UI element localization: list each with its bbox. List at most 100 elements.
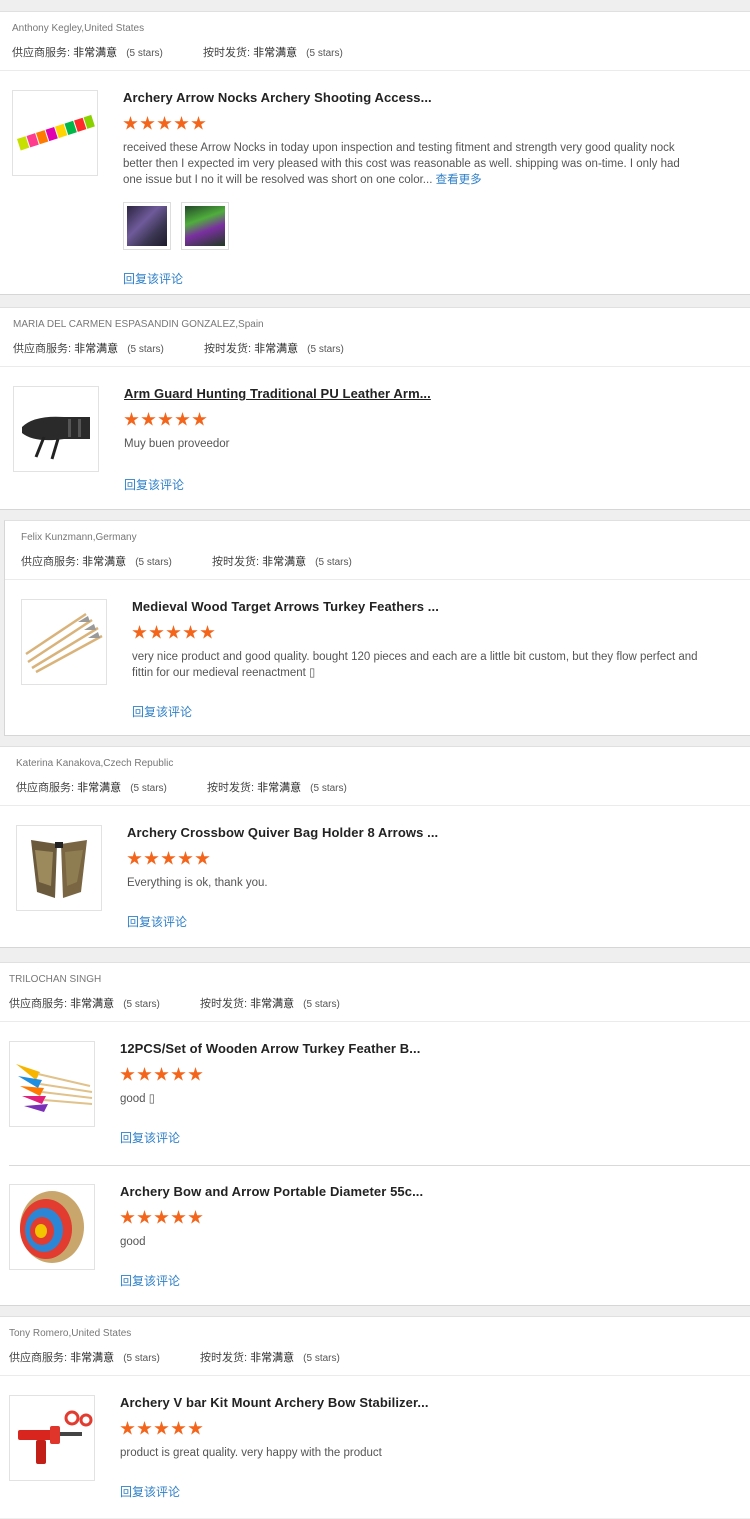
star-icon [137,1421,152,1435]
product-title[interactable]: Archery V bar Kit Mount Archery Bow Stab… [120,1395,429,1410]
review-item: Medieval Wood Target Arrows Turkey Feath… [5,581,750,737]
seller-ratings: 供应商服务: 非常满意 (5 stars) 按时发货: 非常满意 (5 star… [12,47,343,59]
review-text: Everything is ok, thank you. [127,877,268,889]
review-item: Archery Arrow Nocks Archery Shooting Acc… [0,72,750,296]
star-icon [158,412,173,426]
buyer-name: TRILOCHAN SINGH [9,974,102,985]
rating-stars [127,851,212,867]
review-text: product is great quality. very happy wit… [120,1447,382,1459]
product-thumbnail[interactable] [13,386,99,472]
rating-stars [120,1067,205,1083]
review-text: good [120,1236,146,1248]
product-thumbnail[interactable] [9,1395,95,1481]
star-icon [157,116,172,130]
review-card: TRILOCHAN SINGH 供应商服务: 非常满意 (5 stars) 按时… [0,962,750,1306]
reply-link[interactable]: 回复该评论 [120,1272,180,1289]
star-icon [188,1210,203,1224]
arrow-nocks-icon [17,114,95,151]
star-icon [137,1210,152,1224]
stabilizer-mount-icon [18,1410,93,1464]
star-icon [140,116,155,130]
product-thumbnail[interactable] [9,1041,95,1127]
rating-stars [120,1421,205,1437]
reply-link[interactable]: 回复该评论 [123,270,183,287]
review-header: MARIA DEL CARMEN ESPASANDIN GONZALEZ,Spa… [0,308,750,367]
product-title[interactable]: Archery Bow and Arrow Portable Diameter … [120,1184,423,1199]
see-more-link[interactable]: 查看更多 [436,174,482,186]
product-thumbnail[interactable] [16,825,102,911]
rating-stars [132,625,217,641]
product-thumbnail[interactable] [9,1184,95,1270]
reply-link[interactable]: 回复该评论 [120,1483,180,1500]
review-item: Archery V bar Kit Mount Archery Bow Stab… [0,1377,750,1519]
review-photo[interactable] [181,202,230,250]
straw-target-icon [20,1191,84,1263]
seller-ratings: 供应商服务: 非常满意 (5 stars) 按时发货: 非常满意 (5 star… [21,556,352,568]
reply-link[interactable]: 回复该评论 [132,703,192,720]
product-title[interactable]: Medieval Wood Target Arrows Turkey Feath… [132,599,439,614]
review-item: Arm Guard Hunting Traditional PU Leather… [0,368,750,511]
product-thumbnail[interactable] [21,599,107,685]
star-icon [183,625,198,639]
review-header: Felix Kunzmann,Germany 供应商服务: 非常满意 (5 st… [5,521,750,580]
reply-link[interactable]: 回复该评论 [127,913,187,930]
star-icon [191,116,206,130]
star-icon [127,851,142,865]
product-title[interactable]: 12PCS/Set of Wooden Arrow Turkey Feather… [120,1041,420,1056]
product-title[interactable]: Arm Guard Hunting Traditional PU Leather… [124,386,431,401]
seller-ratings: 供应商服务: 非常满意 (5 stars) 按时发货: 非常满意 (5 star… [9,998,340,1010]
star-icon [149,625,164,639]
star-icon [137,1067,152,1081]
review-card: Anthony Kegley,United States 供应商服务: 非常满意… [0,11,750,295]
review-header: Tony Romero,United States 供应商服务: 非常满意 (5… [0,1317,750,1376]
review-header: Katerina Kanakova,Czech Republic 供应商服务: … [0,747,750,806]
star-icon [124,412,139,426]
review-text: very nice product and good quality. boug… [132,651,698,679]
star-icon [195,851,210,865]
reply-link[interactable]: 回复该评论 [120,1129,180,1146]
reply-link[interactable]: 回复该评论 [124,476,184,493]
review-text: good ▯ [120,1093,156,1105]
star-icon [171,1067,186,1081]
product-title[interactable]: Archery Arrow Nocks Archery Shooting Acc… [123,90,432,105]
review-card: Tony Romero,United States 供应商服务: 非常满意 (5… [0,1316,750,1518]
star-icon [174,116,189,130]
star-icon [200,625,215,639]
review-card: Felix Kunzmann,Germany 供应商服务: 非常满意 (5 st… [4,520,750,736]
review-photo[interactable] [123,202,171,250]
star-icon [154,1067,169,1081]
buyer-name: Katerina Kanakova,Czech Republic [16,758,174,769]
buyer-name: Felix Kunzmann,Germany [21,532,137,543]
review-item: 12PCS/Set of Wooden Arrow Turkey Feather… [0,1023,750,1165]
star-icon [171,1210,186,1224]
review-card: MARIA DEL CARMEN ESPASANDIN GONZALEZ,Spa… [0,307,750,510]
seller-ratings: 供应商服务: 非常满意 (5 stars) 按时发货: 非常满意 (5 star… [16,782,347,794]
quiver-bag-icon [31,840,87,898]
buyer-name: MARIA DEL CARMEN ESPASANDIN GONZALEZ,Spa… [13,319,264,330]
review-photos [123,202,235,250]
star-icon [154,1210,169,1224]
star-icon [120,1210,135,1224]
star-icon [175,412,190,426]
product-thumbnail[interactable] [12,90,98,176]
star-icon [188,1421,203,1435]
review-item: Archery Bow and Arrow Portable Diameter … [9,1165,750,1308]
review-card: Katerina Kanakova,Czech Republic 供应商服务: … [0,746,750,948]
product-title[interactable]: Archery Crossbow Quiver Bag Holder 8 Arr… [127,825,438,840]
arm-guard-icon [22,416,90,460]
star-icon [178,851,193,865]
star-icon [188,1067,203,1081]
star-icon [166,625,181,639]
star-icon [154,1421,169,1435]
rating-stars [123,116,208,132]
star-icon [123,116,138,130]
review-header: TRILOCHAN SINGH 供应商服务: 非常满意 (5 stars) 按时… [0,963,750,1022]
review-header: Anthony Kegley,United States 供应商服务: 非常满意… [0,12,750,71]
star-icon [120,1067,135,1081]
star-icon [120,1421,135,1435]
star-icon [132,625,147,639]
seller-ratings: 供应商服务: 非常满意 (5 stars) 按时发货: 非常满意 (5 star… [13,343,344,355]
review-item: Archery Crossbow Quiver Bag Holder 8 Arr… [0,807,750,949]
review-text: received these Arrow Nocks in today upon… [123,142,680,186]
wood-arrows-icon [25,612,103,674]
